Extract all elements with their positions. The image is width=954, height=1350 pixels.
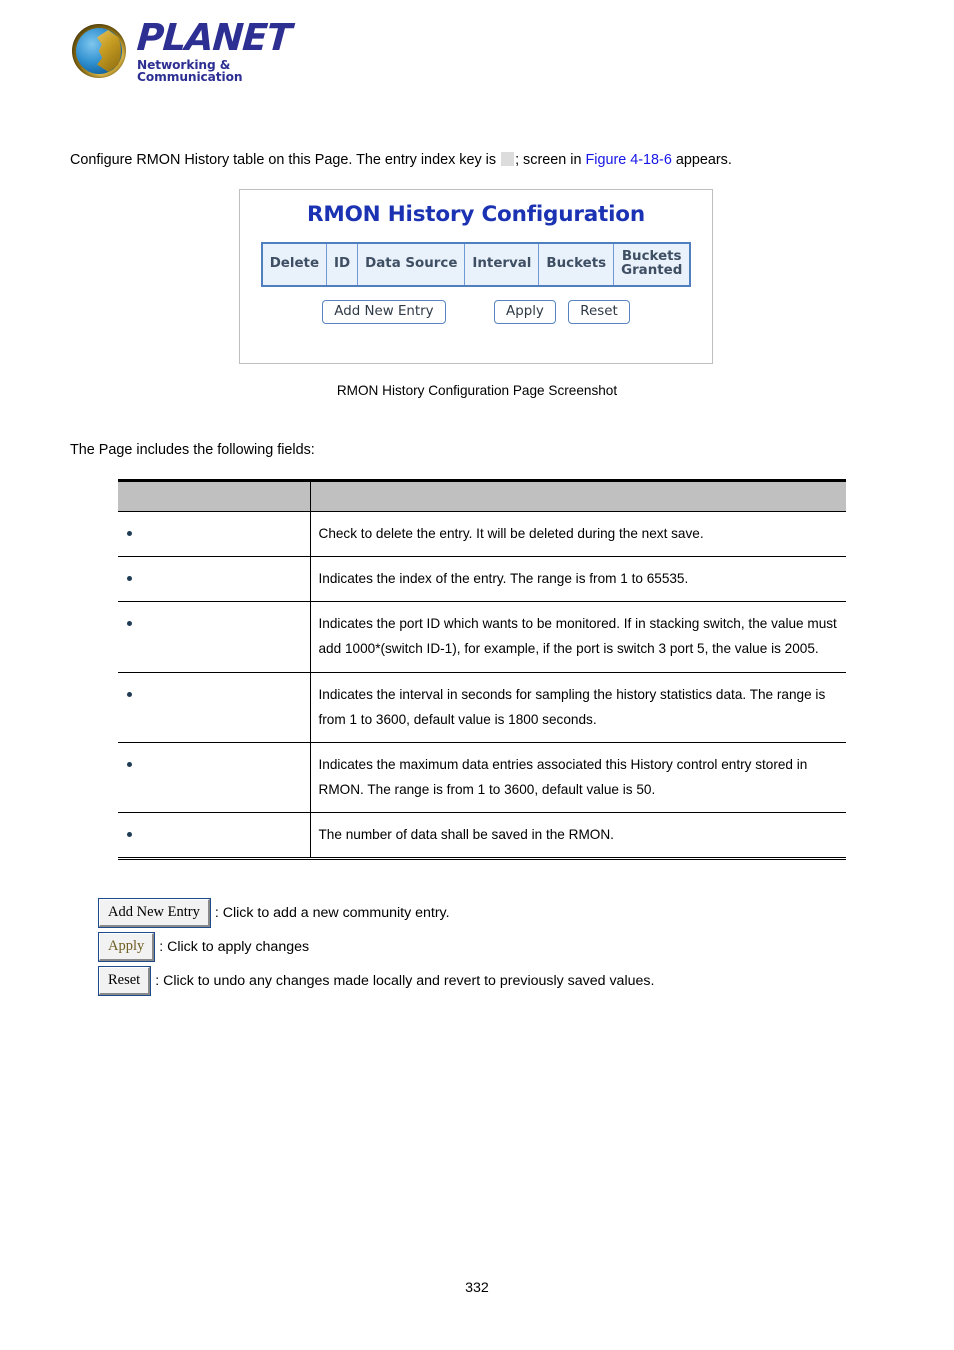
planet-logo: PLANET Networking & Communication — [72, 16, 292, 83]
brand-name: PLANET — [135, 15, 293, 59]
add-new-entry-button[interactable]: Add New Entry — [98, 898, 211, 928]
brand-tagline: Networking & Communication — [137, 57, 243, 84]
figure-add-new-entry-button[interactable]: Add New Entry — [322, 299, 446, 325]
field-description-cell: Indicates the maximum data entries assoc… — [310, 741, 846, 813]
table-row: Indicates the maximum data entries assoc… — [118, 741, 846, 813]
intro-text-part1: Configure RMON History table on this Pag… — [70, 152, 497, 168]
reset-description: : Click to undo any changes made locally… — [155, 972, 655, 989]
bullet-icon — [127, 576, 132, 582]
table-row: Check to delete the entry. It will be de… — [118, 510, 846, 557]
fields-header-row — [118, 479, 846, 512]
fields-description-table: Check to delete the entry. It will be de… — [118, 479, 846, 861]
table-row: The number of data shall be saved in the… — [118, 812, 846, 861]
field-description-cell: The number of data shall be saved in the… — [310, 812, 846, 861]
table-row: Indicates the index of the entry. The ra… — [118, 556, 846, 602]
column-header-buckets-granted: Buckets Granted — [613, 242, 691, 287]
figure-reset-button[interactable]: Reset — [568, 299, 630, 325]
column-header-data-source: Data Source — [357, 242, 466, 287]
intro-paragraph: Configure RMON History table on this Pag… — [70, 150, 732, 171]
figure-apply-button[interactable]: Apply — [494, 299, 556, 325]
bullet-icon — [127, 761, 132, 767]
apply-description: : Click to apply changes — [159, 938, 310, 955]
intro-text-part2: ; screen in — [515, 152, 582, 168]
reset-button[interactable]: Reset — [97, 966, 152, 996]
bullet-icon — [127, 621, 132, 627]
figure-caption: RMON History Configuration Page Screensh… — [336, 383, 618, 398]
table-row: Indicates the port ID which wants to be … — [118, 601, 846, 673]
field-object-cell — [118, 741, 311, 813]
screenshot-figure: RMON History Configuration Delete ID Dat… — [239, 189, 713, 364]
figure-cross-reference-link[interactable]: Figure 4-18-6 — [585, 152, 671, 168]
rmon-history-table: Delete ID Data Source Interval Buckets B… — [260, 242, 692, 287]
fields-header-description — [310, 479, 846, 512]
column-header-id: ID — [326, 242, 359, 287]
field-description-cell: Check to delete the entry. It will be de… — [310, 510, 846, 557]
figure-page-title: RMON History Configuration — [307, 202, 645, 227]
legend-row-apply: Apply : Click to apply changes — [97, 932, 899, 962]
column-header-delete: Delete — [261, 242, 328, 287]
entry-index-key-placeholder — [501, 152, 515, 166]
field-object-cell — [118, 812, 311, 861]
column-header-buckets: Buckets — [538, 242, 615, 287]
bullet-icon — [127, 531, 132, 536]
field-object-cell — [118, 671, 311, 743]
fields-table-wrapper: Check to delete the entry. It will be de… — [118, 479, 846, 861]
bullet-icon — [127, 832, 132, 838]
field-object-cell — [118, 601, 311, 673]
field-description-cell: Indicates the port ID which wants to be … — [310, 601, 846, 673]
fields-intro-text: The Page includes the following fields: — [70, 442, 315, 458]
table-header-row: Delete ID Data Source Interval Buckets B… — [261, 242, 691, 287]
logo-text-block: PLANET Networking & Communication — [135, 15, 293, 84]
figure-button-bar: Add New Entry Apply Reset — [240, 299, 712, 325]
button-legend: Add New Entry : Click to add a new commu… — [97, 898, 899, 1003]
column-header-interval: Interval — [464, 242, 540, 287]
field-description-cell: Indicates the interval in seconds for sa… — [310, 671, 846, 743]
field-description-cell: Indicates the index of the entry. The ra… — [310, 556, 846, 602]
field-object-cell — [118, 510, 311, 557]
apply-button[interactable]: Apply — [97, 932, 156, 962]
legend-row-add-new-entry: Add New Entry : Click to add a new commu… — [98, 898, 899, 928]
buckets-granted-line2: Granted — [621, 263, 683, 279]
table-row: Indicates the interval in seconds for sa… — [118, 671, 846, 743]
field-object-cell — [118, 556, 311, 602]
buckets-granted-line1: Buckets — [621, 249, 682, 264]
add-new-entry-description: : Click to add a new community entry. — [214, 904, 450, 921]
planet-globe-icon — [72, 24, 126, 78]
intro-text-part3: appears. — [675, 152, 732, 168]
page-number: 332 — [465, 1280, 489, 1296]
fields-header-object — [118, 479, 311, 512]
legend-row-reset: Reset : Click to undo any changes made l… — [97, 966, 899, 996]
bullet-icon — [127, 691, 132, 697]
